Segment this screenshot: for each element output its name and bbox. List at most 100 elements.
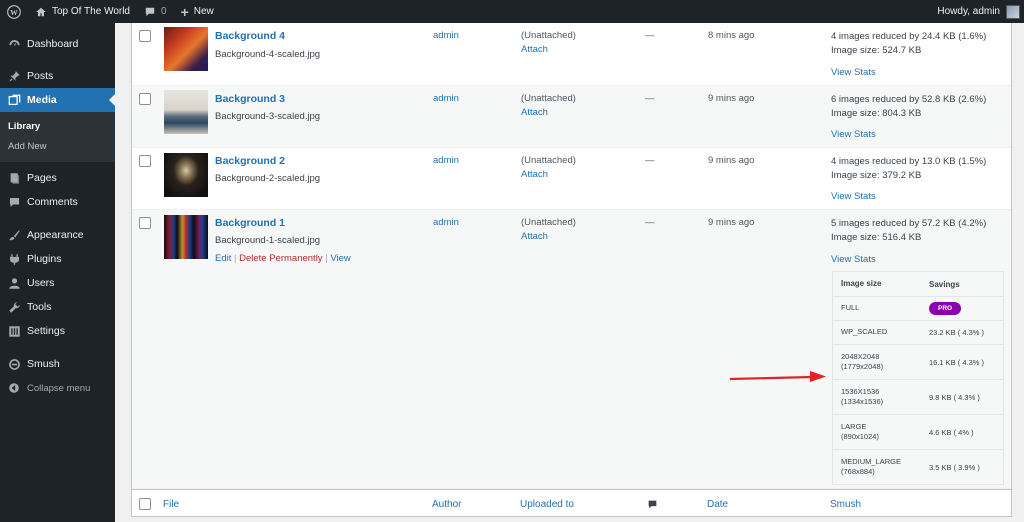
author-link[interactable]: admin <box>433 217 459 228</box>
smush-image-size: Image size: 516.4 KB <box>831 232 922 243</box>
plugin-icon <box>7 252 21 266</box>
sidebar-item-plugins[interactable]: Plugins <box>0 247 115 271</box>
stats-header-size: Image size <box>841 279 882 289</box>
media-filename: Background-2-scaled.jpg <box>215 173 321 184</box>
view-stats-link[interactable]: View Stats <box>831 191 876 202</box>
media-thumbnail[interactable] <box>164 90 208 134</box>
sidebar-item-pages[interactable]: Pages <box>0 166 115 190</box>
site-name: Top Of The World <box>52 6 130 17</box>
stats-size-name: FULL <box>841 303 860 313</box>
column-author[interactable]: Author <box>432 499 461 510</box>
stats-size-name: WP_SCALED <box>841 327 888 337</box>
sidebar-item-label: Settings <box>27 325 65 337</box>
new-content-link[interactable]: + New <box>174 0 221 23</box>
upload-date: 9 mins ago <box>708 93 755 104</box>
uploaded-to-text: (Unattached) <box>521 217 576 228</box>
attach-link[interactable]: Attach <box>521 107 548 118</box>
sidebar-item-media[interactable]: Media <box>0 88 115 112</box>
new-label: New <box>193 6 214 17</box>
sidebar-item-appearance[interactable]: Appearance <box>0 223 115 247</box>
sidebar-item-tools[interactable]: Tools <box>0 295 115 319</box>
smush-image-size: Image size: 804.3 KB <box>831 108 922 119</box>
stats-size-name: MEDIUM_LARGE <box>841 456 902 466</box>
stats-savings: 23.2 KB ( 4.3% ) <box>929 328 985 337</box>
sidebar-item-label: Plugins <box>27 253 62 265</box>
stats-size-name: 1536X1536 <box>841 386 880 396</box>
media-title-link[interactable]: Background 4 <box>215 30 285 42</box>
collapse-menu-label: Collapse menu <box>27 382 91 394</box>
column-date[interactable]: Date <box>707 499 728 510</box>
media-icon <box>7 93 21 107</box>
site-name-link[interactable]: Top Of The World <box>28 0 137 23</box>
row-checkbox[interactable] <box>139 155 151 167</box>
media-filename: Background-4-scaled.jpg <box>215 49 321 60</box>
media-title-link[interactable]: Background 3 <box>215 93 285 105</box>
column-file[interactable]: File <box>163 499 179 510</box>
media-thumbnail[interactable] <box>164 27 208 71</box>
stats-size-name: LARGE <box>841 421 867 431</box>
comment-icon <box>7 195 21 209</box>
sidebar-item-dashboard[interactable]: Dashboard <box>0 32 115 56</box>
page-icon <box>7 171 21 185</box>
sidebar-item-users[interactable]: Users <box>0 271 115 295</box>
collapse-icon <box>7 381 21 395</box>
stats-row: FULL PRO <box>833 296 1003 320</box>
column-uploaded-to[interactable]: Uploaded to <box>520 499 574 510</box>
media-submenu: Library Add New <box>0 112 115 162</box>
stats-size-name: 2048X2048 <box>841 351 880 361</box>
attach-link[interactable]: Attach <box>521 44 548 55</box>
row-checkbox[interactable] <box>139 93 151 105</box>
sidebar-item-settings[interactable]: Settings <box>0 319 115 343</box>
attach-link[interactable]: Attach <box>521 231 548 242</box>
author-link[interactable]: admin <box>433 93 459 104</box>
row-checkbox[interactable] <box>139 30 151 42</box>
media-title-link[interactable]: Background 1 <box>215 217 285 229</box>
brush-icon <box>7 228 21 242</box>
stats-savings: 16.1 KB ( 4.3% ) <box>929 357 985 367</box>
settings-icon <box>7 324 21 338</box>
sidebar-item-posts[interactable]: Posts <box>0 64 115 88</box>
stats-row: 2048X2048 (1779x2048) 16.1 KB ( 4.3% ) <box>833 344 1003 379</box>
comment-column-icon[interactable] <box>647 499 658 513</box>
media-filename: Background-3-scaled.jpg <box>215 111 321 122</box>
stats-savings: 9.8 KB ( 4.3% ) <box>929 392 980 402</box>
action-separator: | <box>234 253 237 264</box>
user-icon <box>7 276 21 290</box>
edit-link[interactable]: Edit <box>215 253 231 264</box>
delete-permanently-link[interactable]: Delete Permanently <box>239 253 322 264</box>
sidebar-item-label: Posts <box>27 70 54 82</box>
comments-link[interactable]: 0 <box>137 0 174 23</box>
select-all-checkbox[interactable] <box>139 498 151 510</box>
attach-link[interactable]: Attach <box>521 169 548 180</box>
view-link[interactable]: View <box>330 253 350 264</box>
row-checkbox[interactable] <box>139 217 151 229</box>
view-stats-link[interactable]: View Stats <box>831 129 876 140</box>
submenu-item-add-new[interactable]: Add New <box>0 136 115 156</box>
sidebar-item-label: Pages <box>27 172 57 184</box>
stats-size-dims: (1779x2048) <box>841 362 884 371</box>
media-title-link[interactable]: Background 2 <box>215 155 285 167</box>
sidebar-item-comments[interactable]: Comments <box>0 190 115 214</box>
pro-badge[interactable]: PRO <box>929 302 962 315</box>
author-link[interactable]: admin <box>433 155 459 166</box>
sidebar-item-label: Comments <box>27 196 78 208</box>
account-menu[interactable]: Howdy, admin <box>930 0 1024 23</box>
comments-count-cell: — <box>645 93 655 104</box>
column-smush[interactable]: Smush <box>830 499 861 510</box>
media-thumbnail[interactable] <box>164 153 208 197</box>
row-actions: Edit | Delete Permanently | View <box>215 253 351 264</box>
howdy-text: Howdy, admin <box>937 6 1000 17</box>
smush-image-size: Image size: 379.2 KB <box>831 170 922 181</box>
wordpress-logo-icon[interactable]: W <box>0 0 28 23</box>
author-link[interactable]: admin <box>433 30 459 41</box>
view-stats-link[interactable]: View Stats <box>831 254 876 265</box>
submenu-item-library[interactable]: Library <box>0 116 115 136</box>
collapse-menu-button[interactable]: Collapse menu <box>0 376 115 400</box>
media-thumbnail[interactable] <box>164 215 208 259</box>
stats-header-row: Image size Savings <box>833 272 1003 296</box>
table-row: Background 3 Background-3-scaled.jpg adm… <box>132 86 1011 148</box>
dashboard-icon <box>7 37 21 51</box>
view-stats-link[interactable]: View Stats <box>831 67 876 78</box>
stats-size-dims: (768x884) <box>841 467 875 476</box>
sidebar-item-smush[interactable]: Smush <box>0 352 115 376</box>
